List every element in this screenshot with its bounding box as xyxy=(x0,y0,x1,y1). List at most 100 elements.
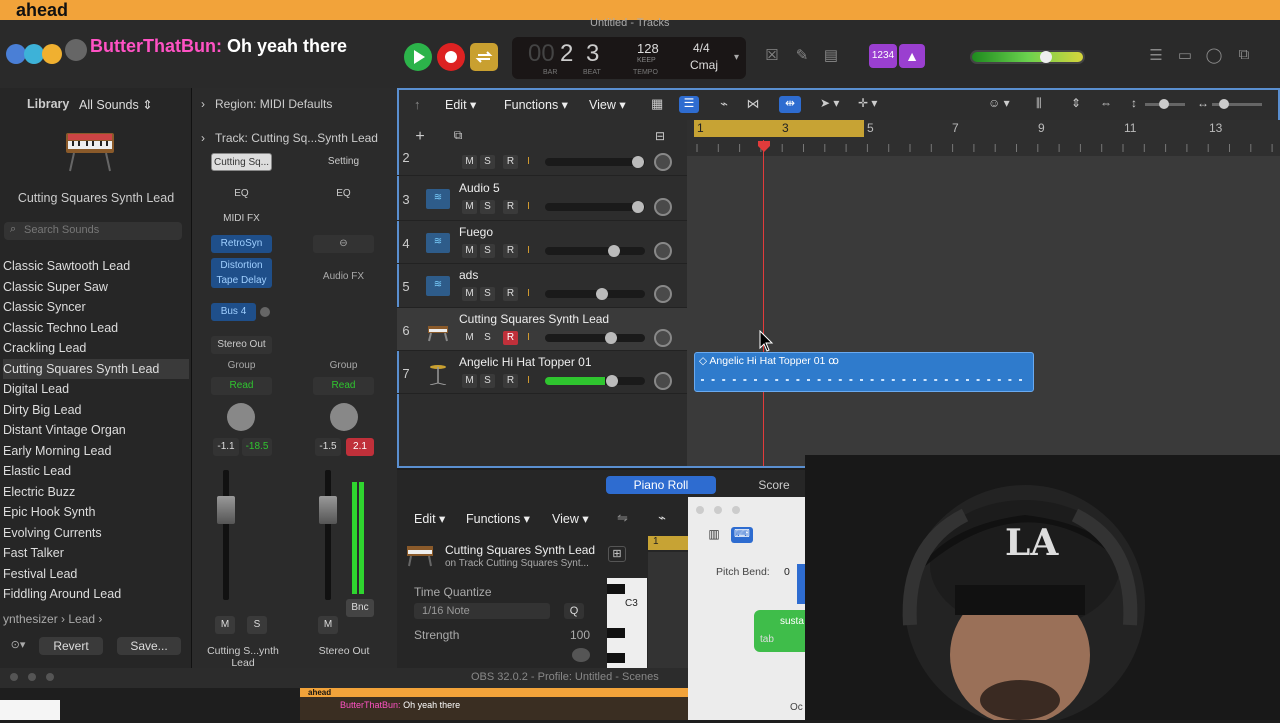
track-solo-button[interactable]: S xyxy=(480,155,495,169)
track-pan-knob[interactable] xyxy=(654,153,672,171)
arrange-area[interactable] xyxy=(687,120,1280,466)
track-input-monitor-button[interactable]: I xyxy=(521,200,536,214)
list-icon[interactable]: ☰ xyxy=(1145,46,1167,66)
channel2-pan-knob[interactable] xyxy=(330,403,358,431)
track-mute-button[interactable]: M xyxy=(462,287,477,301)
channel2-automation[interactable]: Read xyxy=(313,377,374,395)
channel2-eq[interactable]: EQ xyxy=(313,185,374,203)
channel2-fader-track[interactable] xyxy=(325,470,331,600)
track-name[interactable]: Audio 5 xyxy=(459,181,500,195)
channel1-automation[interactable]: Read xyxy=(211,377,272,395)
marquee-tool-icon[interactable]: ✛ ▾ xyxy=(858,96,877,110)
up-arrow-icon[interactable]: ↑ xyxy=(414,97,421,112)
smile-icon[interactable]: ☺ ▾ xyxy=(988,96,1010,110)
track-pan-knob[interactable] xyxy=(654,198,672,216)
count-in-button[interactable]: 1234 xyxy=(869,44,897,68)
track-record-enable-button[interactable]: R xyxy=(503,244,518,258)
library-item[interactable]: Classic Sawtooth Lead xyxy=(3,256,189,276)
track-name[interactable]: Cutting Squares Synth Lead xyxy=(459,312,609,326)
waveform-zoom-icon[interactable]: ⫼ xyxy=(1036,96,1042,111)
channel1-midifx[interactable]: MIDI FX xyxy=(211,210,272,228)
channel1-fader-cap[interactable] xyxy=(217,496,235,524)
play-button[interactable] xyxy=(404,43,432,71)
track-name[interactable]: Fuego xyxy=(459,225,493,239)
channel1-send[interactable]: Bus 4 xyxy=(211,303,256,321)
functions-menu[interactable]: Functions ▾ xyxy=(504,97,568,112)
channel2-audiofx[interactable]: Audio FX xyxy=(313,268,374,286)
strength-slider-knob[interactable] xyxy=(572,648,590,662)
library-item[interactable]: Classic Super Saw xyxy=(3,277,189,297)
track-volume-slider[interactable] xyxy=(545,247,645,255)
piano-keys[interactable]: C3 xyxy=(607,578,647,668)
track-pan-knob[interactable] xyxy=(654,242,672,260)
track-record-enable-button[interactable]: R xyxy=(503,331,518,345)
vertical-zoom-icon[interactable]: ↕ xyxy=(1131,96,1137,110)
view-menu[interactable]: View ▾ xyxy=(589,97,626,112)
tab-piano-roll[interactable]: Piano Roll xyxy=(606,476,716,494)
midi-region[interactable]: ◇ Angelic Hi Hat Topper 01 ꝏ xyxy=(694,352,1034,392)
track-input-monitor-button[interactable]: I xyxy=(521,374,536,388)
bounce-button[interactable]: Bnc xyxy=(346,599,374,617)
grid-view-icon[interactable]: ▦ xyxy=(651,96,669,112)
track-input-monitor-button[interactable]: I xyxy=(521,244,536,258)
library-item[interactable]: Fast Talker xyxy=(3,543,189,563)
vertical-zoom-knob[interactable] xyxy=(1159,99,1169,109)
track-pan-knob[interactable] xyxy=(654,285,672,303)
library-item[interactable]: Distant Vintage Organ xyxy=(3,420,189,440)
snap-icon[interactable]: ⇹ xyxy=(779,96,801,113)
track-mute-button[interactable]: M xyxy=(462,155,477,169)
track-solo-button[interactable]: S xyxy=(480,331,495,345)
channel2-mute[interactable]: M xyxy=(318,616,338,634)
library-settings-icon[interactable]: ⊙▾ xyxy=(4,638,32,654)
cycle-button[interactable] xyxy=(470,43,498,71)
library-item[interactable]: Dirty Big Lead xyxy=(3,400,189,420)
save-button[interactable]: Save... xyxy=(117,637,181,655)
horizontal-zoom-knob[interactable] xyxy=(1219,99,1229,109)
score-icon[interactable]: ▤ xyxy=(820,46,842,66)
track-input-monitor-button[interactable]: I xyxy=(521,287,536,301)
pointer-tool-icon[interactable]: ➤ ▾ xyxy=(820,96,839,110)
piano-roll-grid[interactable] xyxy=(648,552,688,668)
library-item[interactable]: Evolving Currents xyxy=(3,523,189,543)
track-mute-button[interactable]: M xyxy=(462,200,477,214)
playhead-marker[interactable] xyxy=(756,138,772,154)
revert-button[interactable]: Revert xyxy=(39,637,103,655)
track-mute-button[interactable]: M xyxy=(462,331,477,345)
track-mute-button[interactable]: M xyxy=(462,374,477,388)
time-quantize-select[interactable]: 1/16 Note xyxy=(414,603,550,619)
track-record-enable-button[interactable]: R xyxy=(503,287,518,301)
channel2-fader-cap[interactable] xyxy=(319,496,337,524)
vertical-fit-icon[interactable]: ⇕ xyxy=(1071,96,1081,110)
typing-keys-icon[interactable]: ⌨ xyxy=(731,527,753,543)
track-volume-knob[interactable] xyxy=(608,245,620,257)
record-button[interactable] xyxy=(437,43,465,71)
track-volume-slider[interactable] xyxy=(545,158,645,166)
pr-automation-icon[interactable]: ⌁ xyxy=(650,510,674,528)
lcd-dropdown-icon[interactable]: ▾ xyxy=(734,52,739,63)
track-pan-knob[interactable] xyxy=(654,329,672,347)
loop-browser-icon[interactable]: ◯ xyxy=(1203,46,1225,66)
pr-link-icon[interactable]: ⊞ xyxy=(608,546,626,562)
library-item[interactable]: Fiddling Around Lead xyxy=(3,584,189,604)
pr-quantize-icon[interactable]: ⇋ xyxy=(617,510,628,526)
track-pan-knob[interactable] xyxy=(654,372,672,390)
channel1-audiofx[interactable]: Distortion Tape Delay xyxy=(211,258,272,288)
pr-view-menu[interactable]: View ▾ xyxy=(552,511,589,526)
pr-ruler[interactable]: 1 xyxy=(648,536,688,550)
library-item[interactable]: Digital Lead xyxy=(3,379,189,399)
library-item[interactable]: Electric Buzz xyxy=(3,482,189,502)
track-record-enable-button[interactable]: R xyxy=(503,155,518,169)
add-track-button[interactable]: + xyxy=(410,128,430,146)
library-item[interactable]: Crackling Lead xyxy=(3,338,189,358)
channel2-group[interactable]: Group xyxy=(313,357,374,375)
sustain-key[interactable]: susta tab xyxy=(754,610,806,652)
channel1-instrument[interactable]: RetroSyn xyxy=(211,235,272,253)
track-volume-slider[interactable] xyxy=(545,290,645,298)
library-search-input[interactable]: ⌕ Search Sounds xyxy=(4,222,182,240)
horizontal-fit-icon[interactable]: ⇔ xyxy=(1100,96,1112,110)
channel1-pan-knob[interactable] xyxy=(227,403,255,431)
track-volume-slider[interactable] xyxy=(545,334,645,342)
track-solo-button[interactable]: S xyxy=(480,287,495,301)
catch-icon[interactable]: ⊟ xyxy=(650,129,670,145)
track-mute-button[interactable]: M xyxy=(462,244,477,258)
